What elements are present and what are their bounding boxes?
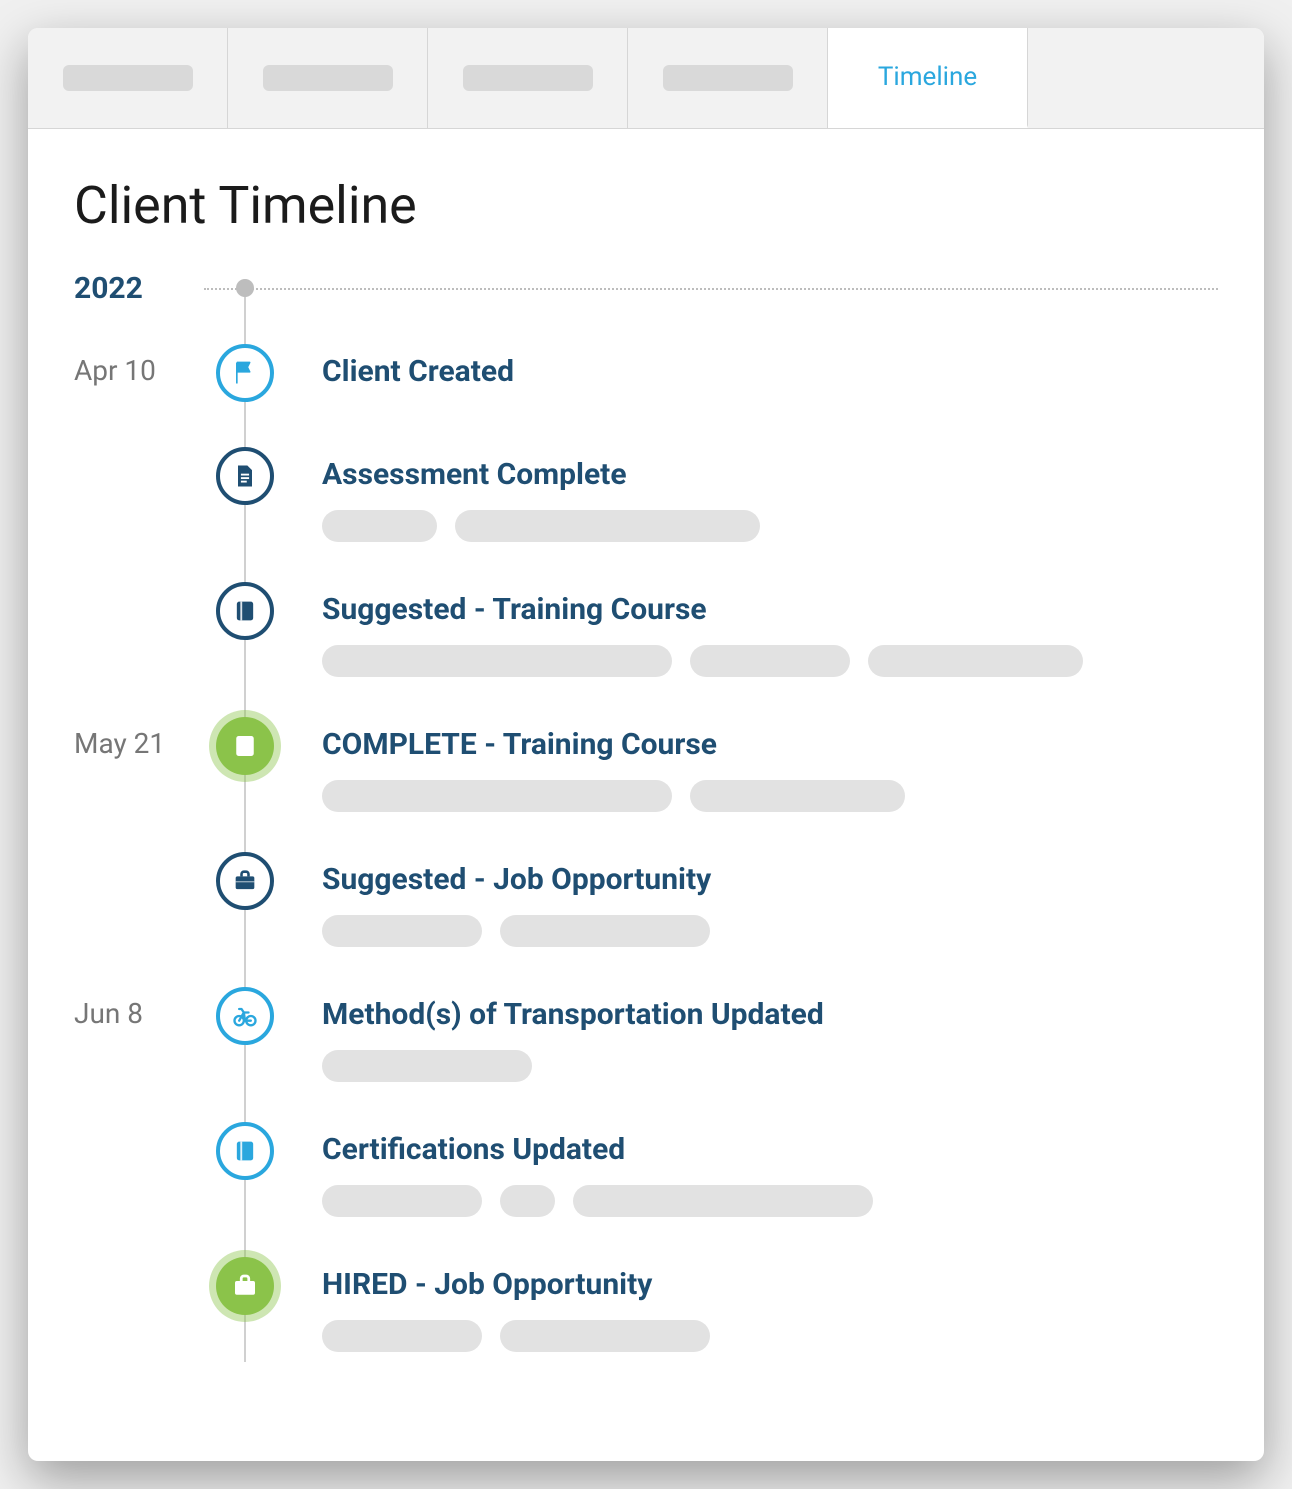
entry-date xyxy=(74,447,204,457)
entry-title: COMPLETE - Training Course xyxy=(322,717,1218,762)
tab-placeholder-bar xyxy=(463,65,593,91)
timeline-list: Apr 10 Client Created Assessment Complete S… xyxy=(74,344,1218,1392)
placeholder-pill xyxy=(322,1320,482,1352)
entry-title: Suggested - Job Opportunity xyxy=(322,852,1218,897)
entry-icon-wrap xyxy=(204,1122,286,1180)
entry-icon-wrap xyxy=(204,1257,286,1315)
timeline-entry: Certifications Updated xyxy=(74,1122,1218,1257)
entry-pill-row xyxy=(322,510,1218,542)
placeholder-pill xyxy=(573,1185,873,1217)
tab-placeholder[interactable] xyxy=(228,28,428,128)
placeholder-pill xyxy=(455,510,760,542)
timeline-entry: Suggested - Training Course xyxy=(74,582,1218,717)
entry-date xyxy=(74,852,204,862)
year-dashes xyxy=(252,288,1218,290)
year-dashes-left xyxy=(204,288,240,290)
entry-body: Suggested - Training Course xyxy=(286,582,1218,677)
placeholder-pill xyxy=(690,645,850,677)
placeholder-pill xyxy=(690,780,905,812)
timeline-entry: Apr 10 Client Created xyxy=(74,344,1218,447)
entry-icon-wrap xyxy=(204,717,286,775)
book-icon xyxy=(216,1122,274,1180)
year-label: 2022 xyxy=(74,271,204,306)
timeline-entry: Suggested - Job Opportunity xyxy=(74,852,1218,987)
entry-pill-row xyxy=(322,1185,1218,1217)
entry-body: Client Created xyxy=(286,344,1218,407)
entry-body: Assessment Complete xyxy=(286,447,1218,542)
entry-icon-wrap xyxy=(204,344,286,402)
placeholder-pill xyxy=(322,1050,532,1082)
entry-date: Jun 8 xyxy=(74,987,204,1030)
placeholder-pill xyxy=(500,1320,710,1352)
placeholder-pill xyxy=(500,1185,555,1217)
entry-body: Suggested - Job Opportunity xyxy=(286,852,1218,947)
entry-title: Certifications Updated xyxy=(322,1122,1218,1167)
entry-body: Certifications Updated xyxy=(286,1122,1218,1217)
entry-title: Suggested - Training Course xyxy=(322,582,1218,627)
entry-date xyxy=(74,1257,204,1267)
entry-icon-wrap xyxy=(204,987,286,1045)
year-divider: 2022 xyxy=(74,276,1218,300)
entry-icon-wrap xyxy=(204,852,286,910)
entry-date xyxy=(74,1122,204,1132)
entry-icon-wrap xyxy=(204,582,286,640)
document-icon xyxy=(216,447,274,505)
briefcase-icon xyxy=(216,852,274,910)
entry-icon-wrap xyxy=(204,447,286,505)
placeholder-pill xyxy=(322,1185,482,1217)
tab-placeholder-bar xyxy=(263,65,393,91)
placeholder-pill xyxy=(322,645,672,677)
entry-date: May 21 xyxy=(74,717,204,760)
content-area: Client Timeline 2022 Apr 10 Client Create… xyxy=(28,129,1264,1461)
timeline-entry: Assessment Complete xyxy=(74,447,1218,582)
entry-title: HIRED - Job Opportunity xyxy=(322,1257,1218,1302)
placeholder-pill xyxy=(500,915,710,947)
entry-title: Method(s) of Transportation Updated xyxy=(322,987,1218,1032)
entry-pill-row xyxy=(322,645,1218,677)
tab-timeline[interactable]: Timeline xyxy=(828,28,1028,128)
entry-pill-row xyxy=(322,1050,1218,1082)
year-dot xyxy=(236,279,254,297)
entry-pill-row xyxy=(322,1320,1218,1352)
tab-bar: Timeline xyxy=(28,28,1264,129)
entry-pill-row xyxy=(322,915,1218,947)
tab-placeholder[interactable] xyxy=(428,28,628,128)
tab-placeholder-bar xyxy=(663,65,793,91)
timeline-entry: Jun 8 Method(s) of Transportation Updated xyxy=(74,987,1218,1122)
flag-icon xyxy=(216,344,274,402)
timeline-entry: May 21 COMPLETE - Training Course xyxy=(74,717,1218,852)
page-title: Client Timeline xyxy=(74,175,1218,236)
tab-placeholder[interactable] xyxy=(28,28,228,128)
tab-label: Timeline xyxy=(878,62,977,92)
placeholder-pill xyxy=(322,510,437,542)
entry-body: HIRED - Job Opportunity xyxy=(286,1257,1218,1352)
entry-title: Assessment Complete xyxy=(322,447,1218,492)
tab-placeholder-bar xyxy=(63,65,193,91)
book-icon xyxy=(216,717,274,775)
tab-placeholder[interactable] xyxy=(628,28,828,128)
briefcase-icon xyxy=(216,1257,274,1315)
bicycle-icon xyxy=(216,987,274,1045)
entry-date xyxy=(74,582,204,592)
placeholder-pill xyxy=(322,915,482,947)
entry-body: COMPLETE - Training Course xyxy=(286,717,1218,812)
entry-pill-row xyxy=(322,780,1218,812)
card-panel: Timeline Client Timeline 2022 Apr 10Clie… xyxy=(28,28,1264,1461)
entry-date: Apr 10 xyxy=(74,344,204,387)
entry-body: Method(s) of Transportation Updated xyxy=(286,987,1218,1082)
placeholder-pill xyxy=(322,780,672,812)
entry-title: Client Created xyxy=(322,344,1218,389)
placeholder-pill xyxy=(868,645,1083,677)
book-icon xyxy=(216,582,274,640)
timeline-entry: HIRED - Job Opportunity xyxy=(74,1257,1218,1392)
